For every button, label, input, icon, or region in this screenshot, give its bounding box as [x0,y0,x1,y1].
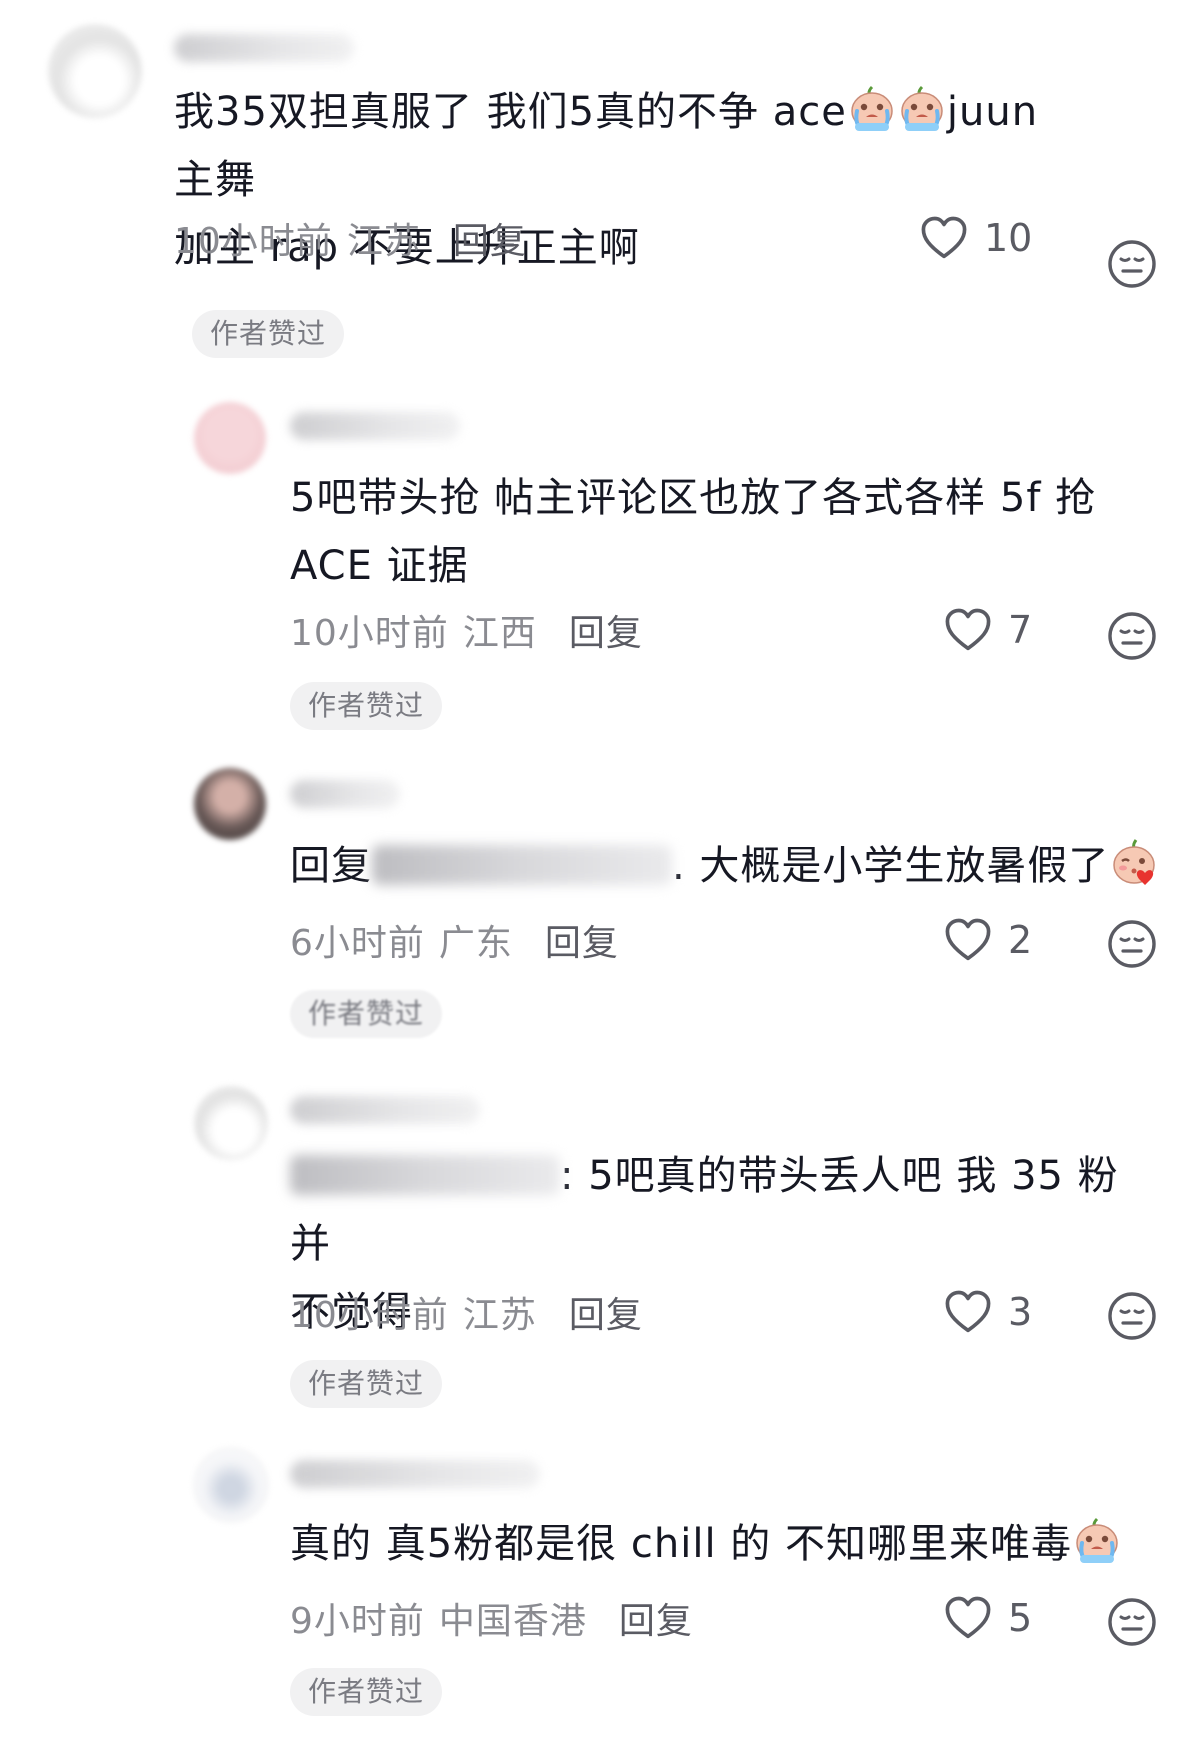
mentioned-username[interactable] [290,1155,560,1195]
username[interactable] [290,412,460,440]
like-button[interactable]: 3 [942,1286,1032,1338]
location: 广东 [438,923,513,964]
reply-button[interactable]: 回复 [545,914,619,966]
reply-button[interactable]: 回复 [453,212,527,264]
like-button[interactable]: 2 [942,914,1032,966]
like-button[interactable]: 5 [942,1592,1032,1644]
crying-peach-emoji [847,83,897,133]
heart-outline-icon [942,604,994,656]
crying-peach-emoji [897,83,947,133]
username[interactable] [290,1096,480,1124]
heart-outline-icon [942,1592,994,1644]
neutral-face-icon[interactable] [1106,238,1158,290]
author-liked-badge: 作者赞过 [290,1668,443,1716]
heart-outline-icon [942,1286,994,1338]
timestamp: 10小时前 [290,613,449,654]
neutral-face-icon[interactable] [1106,918,1158,970]
comment-meta: 10小时前 江苏 回复 [174,212,527,264]
reply-button[interactable]: 回复 [619,1592,693,1644]
neutral-face-icon[interactable] [1106,610,1158,662]
username[interactable] [290,780,400,808]
location: 中国香港 [438,1601,587,1642]
crying-peach-emoji [1072,1515,1122,1565]
location: 江西 [462,613,537,654]
comment-text: 真的 真5粉都是很 chill 的 不知哪里来唯毒 [290,1510,1150,1578]
comment-meta: 9小时前 中国香港 回复 [290,1592,693,1644]
timestamp: 6小时前 [290,923,425,964]
author-liked-badge: 作者赞过 [290,682,443,730]
author-liked-badge: 作者赞过 [290,1360,443,1408]
author-liked-badge: 作者赞过 [192,310,345,358]
comment-text: 回复. 大概是小学生放暑假了 [290,832,1150,900]
blushing-peach-emoji [1109,837,1159,887]
avatar[interactable] [48,24,142,118]
like-count: 3 [1008,1290,1033,1334]
heart-outline-icon [942,914,994,966]
neutral-face-icon[interactable] [1106,1596,1158,1648]
avatar[interactable] [194,402,266,474]
comment-text: 5吧带头抢 帖主评论区也放了各式各样 5f 抢 ACE 证据 [290,475,1097,589]
comment-meta: 10小时前 江苏 回复 [290,1286,643,1338]
author-liked-badge: 作者赞过 [290,990,443,1038]
location: 江苏 [462,1295,537,1336]
like-button[interactable]: 10 [918,212,1032,264]
username[interactable] [174,34,354,62]
like-count: 7 [1008,608,1033,652]
neutral-face-icon[interactable] [1106,1290,1158,1342]
mentioned-username[interactable] [372,845,672,885]
reply-button[interactable]: 回复 [569,604,643,656]
location: 江苏 [346,221,421,262]
avatar[interactable] [194,1448,268,1522]
timestamp: 10小时前 [290,1295,449,1336]
comment-meta: 6小时前 广东 回复 [290,914,619,966]
like-count: 2 [1008,918,1033,962]
avatar[interactable] [194,1086,268,1160]
like-count: 10 [984,216,1033,260]
reply-button[interactable]: 回复 [569,1286,643,1338]
heart-outline-icon [918,212,970,264]
username[interactable] [290,1460,540,1488]
like-count: 5 [1008,1596,1033,1640]
avatar[interactable] [194,768,266,840]
timestamp: 9小时前 [290,1601,425,1642]
timestamp: 10小时前 [174,221,333,262]
like-button[interactable]: 7 [942,604,1032,656]
comment-meta: 10小时前 江西 回复 [290,604,643,656]
